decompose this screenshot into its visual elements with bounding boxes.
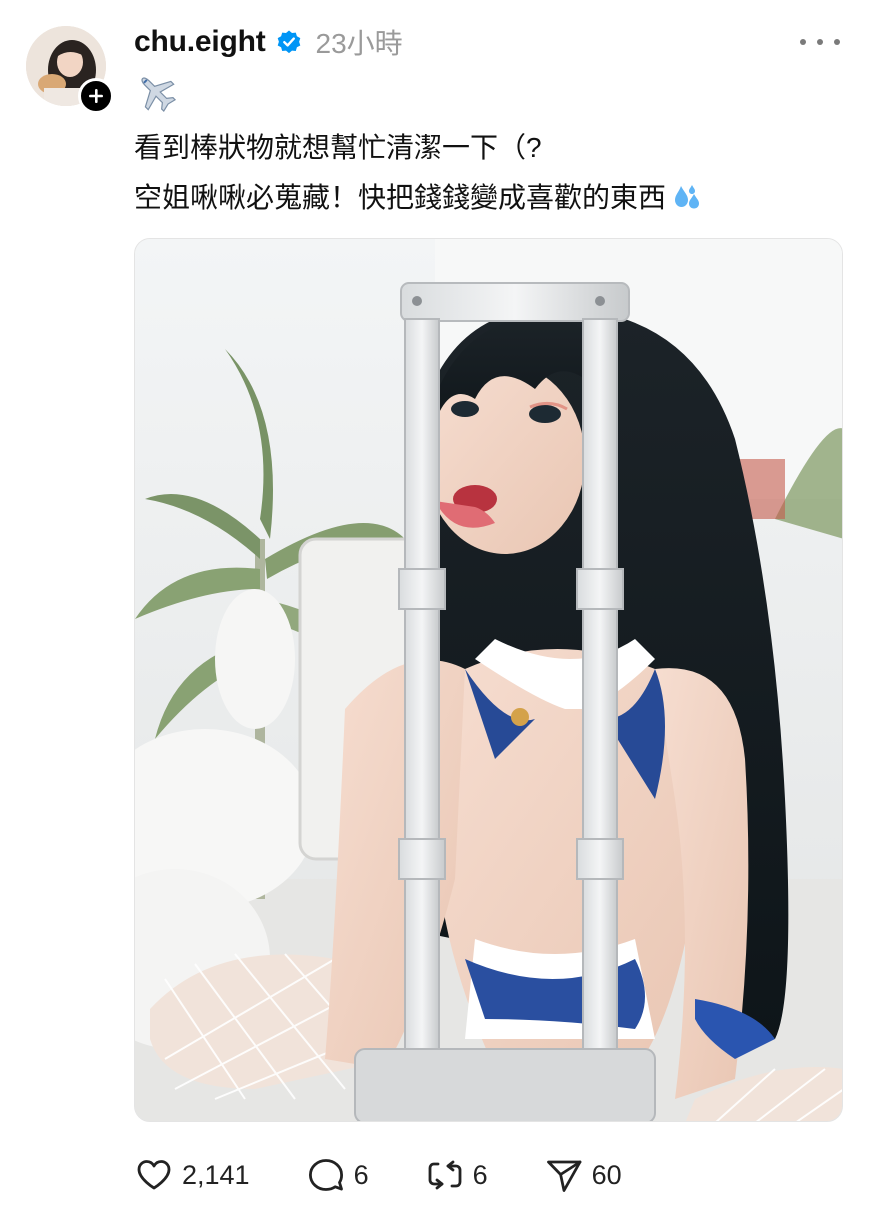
avatar-container[interactable] xyxy=(26,26,114,114)
plus-icon xyxy=(89,89,103,103)
like-button[interactable]: 2,141 xyxy=(134,1155,250,1195)
post-timestamp: 23小時 xyxy=(315,28,403,59)
more-dot xyxy=(834,39,840,45)
comment-bubble-icon xyxy=(308,1159,343,1191)
sweat-droplets-emoji-icon xyxy=(670,181,704,215)
post-header: chu.eight 23小時 xyxy=(134,22,403,62)
repost-icon xyxy=(428,1160,462,1190)
repost-button[interactable]: 6 xyxy=(425,1155,488,1195)
caption-line-2: 空姐啾啾必蒐藏！快把錢錢變成喜歡的東西 xyxy=(134,176,834,220)
repost-count: 6 xyxy=(472,1159,488,1190)
post-caption: 看到棒狀物就想幫忙清潔一下（? 空姐啾啾必蒐藏！快把錢錢變成喜歡的東西 xyxy=(134,68,834,220)
heart-icon xyxy=(137,1160,171,1190)
share-count: 60 xyxy=(591,1159,622,1190)
post-photo-illustration xyxy=(135,239,842,1121)
follow-button[interactable] xyxy=(78,78,114,114)
airplane-emoji-icon xyxy=(134,68,834,116)
like-count: 2,141 xyxy=(182,1159,250,1190)
share-button[interactable]: 60 xyxy=(544,1155,622,1195)
more-dot xyxy=(817,39,823,45)
thread-post: chu.eight 23小時 看到棒狀物就想幫忙清潔一下（? 空姐啾啾必蒐藏！快… xyxy=(0,0,870,1222)
username[interactable]: chu.eight xyxy=(134,25,266,59)
caption-line-1: 看到棒狀物就想幫忙清潔一下（? xyxy=(134,132,542,163)
post-image[interactable] xyxy=(134,238,843,1122)
reply-count: 6 xyxy=(353,1159,369,1190)
post-actions: 2,141 6 6 60 xyxy=(134,1150,622,1200)
more-dot xyxy=(800,39,806,45)
send-icon xyxy=(546,1160,582,1192)
more-options-icon[interactable] xyxy=(800,30,840,54)
reply-button[interactable]: 6 xyxy=(306,1155,369,1195)
verified-badge-icon xyxy=(276,29,302,55)
caption-line-2-text: 空姐啾啾必蒐藏！快把錢錢變成喜歡的東西 xyxy=(134,182,667,213)
